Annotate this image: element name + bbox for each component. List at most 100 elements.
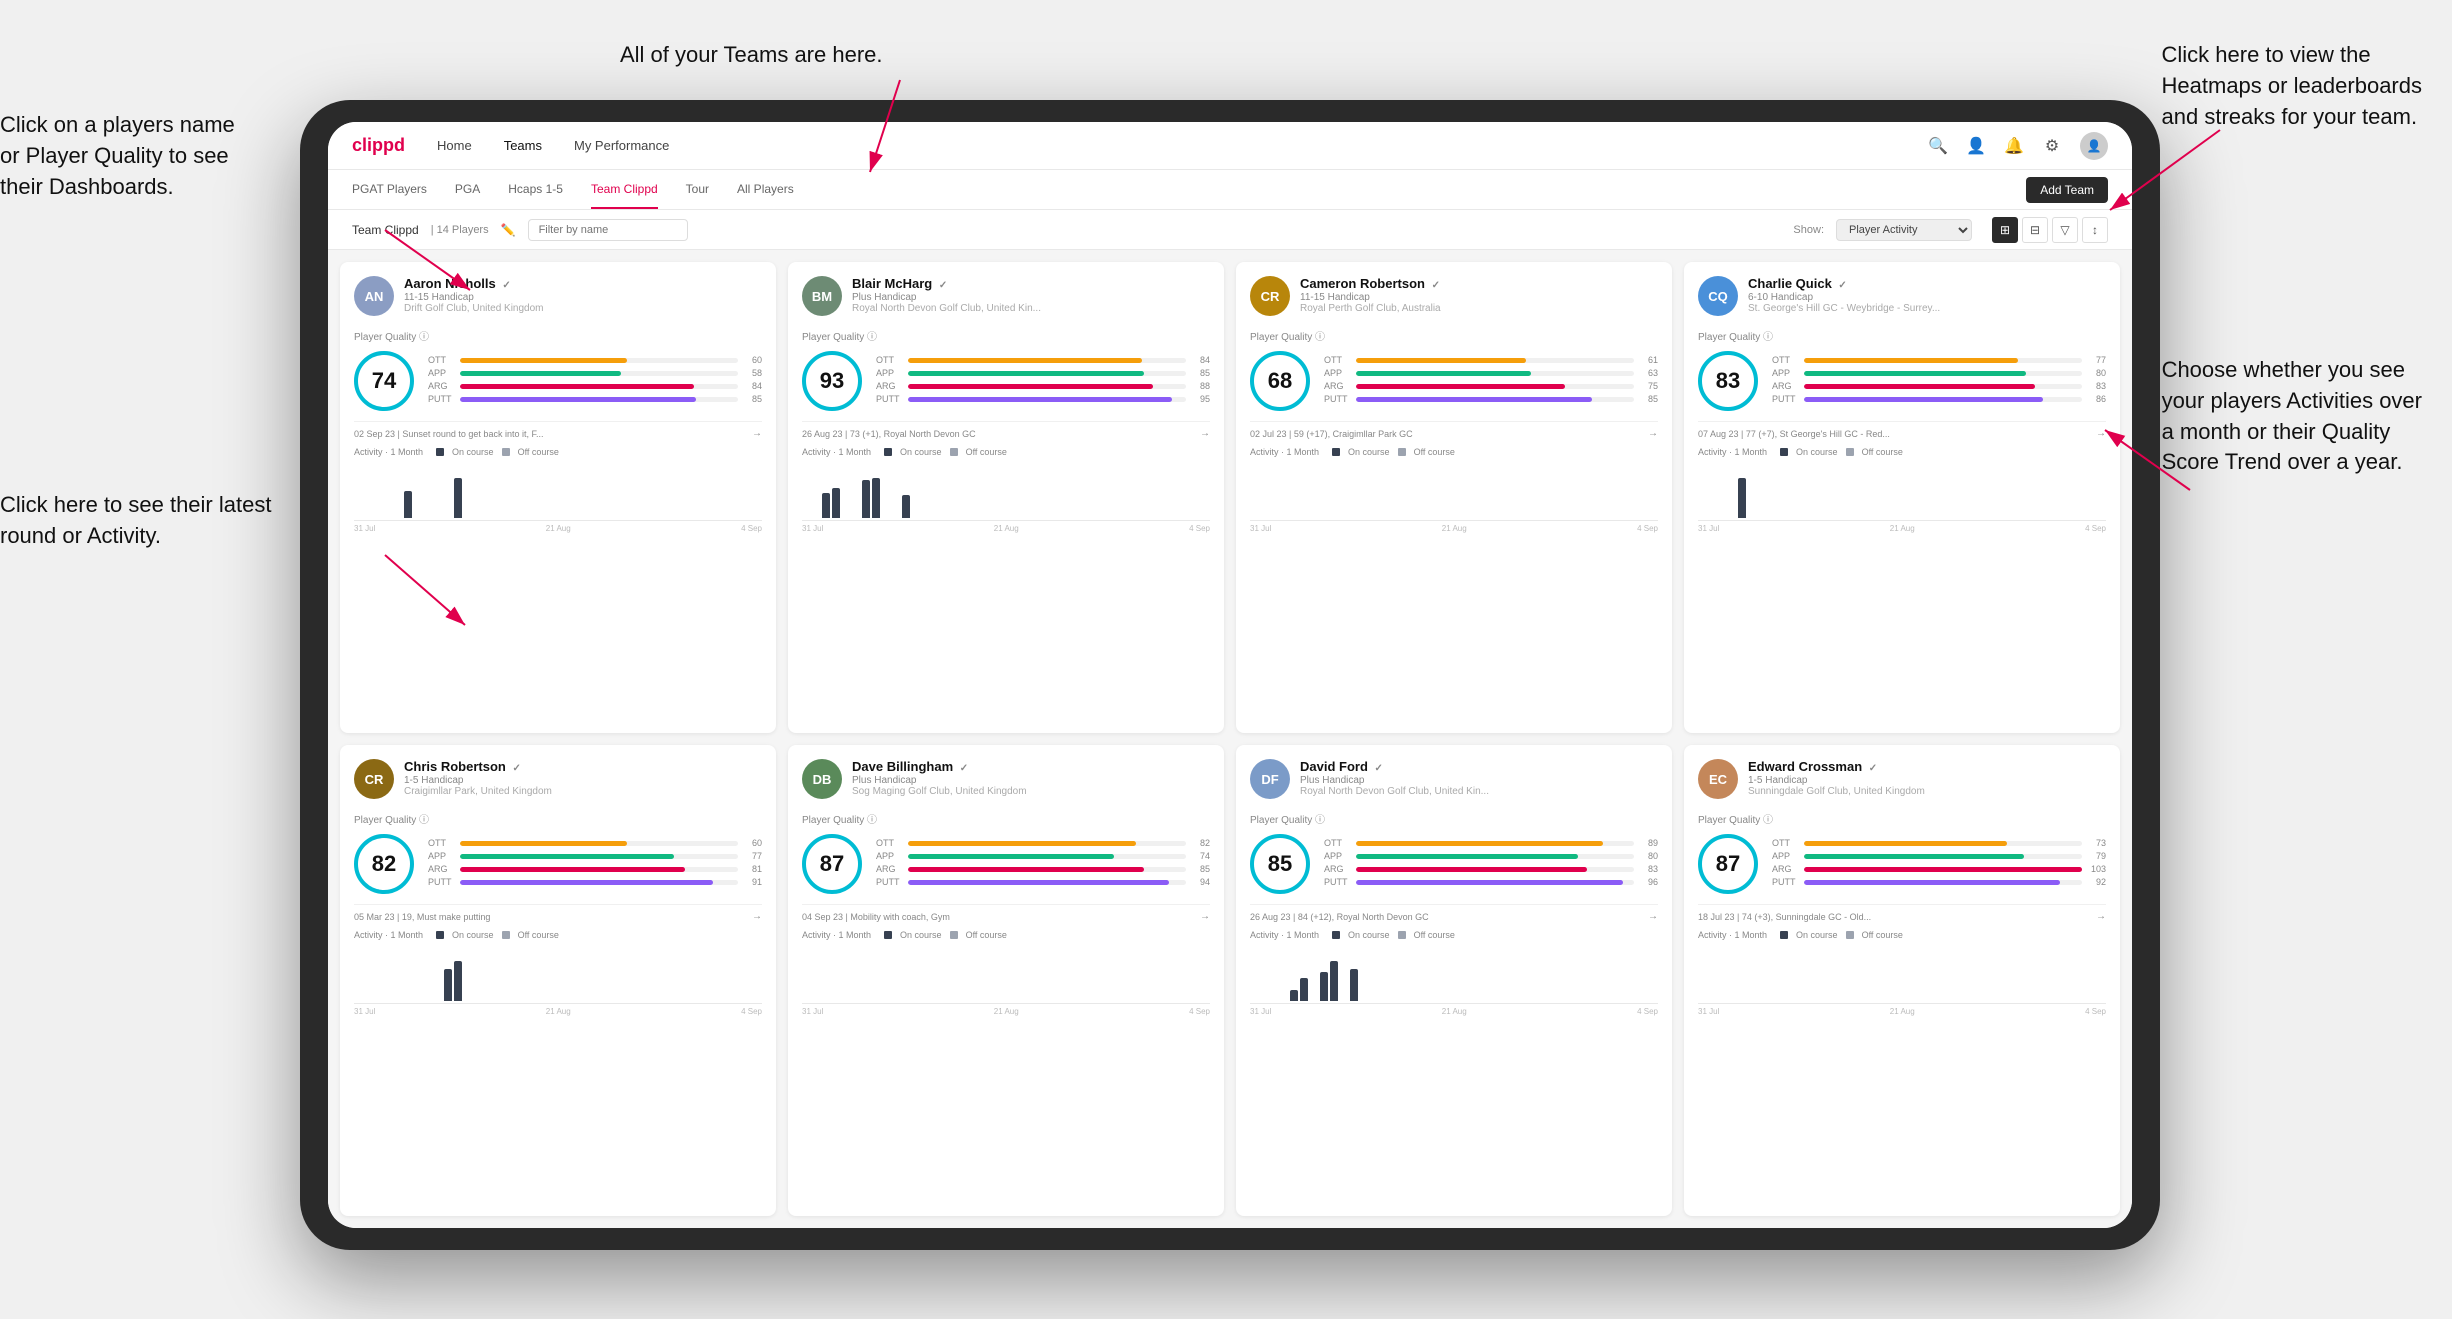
bar-fill: [1804, 867, 2082, 872]
player-name[interactable]: Blair McHarg ✓: [852, 276, 1210, 291]
filter-input[interactable]: [528, 219, 688, 241]
quality-content[interactable]: 83 OTT 77 APP: [1698, 351, 2106, 411]
latest-round[interactable]: 02 Jul 23 | 59 (+17), Craigimllar Park G…: [1250, 421, 1658, 439]
grid-small-view-button[interactable]: ⊟: [2022, 217, 2048, 243]
latest-round[interactable]: 05 Mar 23 | 19, Must make putting →: [354, 904, 762, 922]
bar-row: PUTT 86: [1772, 394, 2106, 404]
chart-labels: 31 Jul 21 Aug 4 Sep: [354, 524, 762, 533]
latest-round[interactable]: 18 Jul 23 | 74 (+3), Sunningdale GC - Ol…: [1698, 904, 2106, 922]
player-card[interactable]: DB Dave Billingham ✓ Plus Handicap Sog M…: [788, 745, 1224, 1216]
sort-button[interactable]: ↕: [2082, 217, 2108, 243]
search-icon[interactable]: 🔍: [1928, 136, 1948, 156]
sub-tabs: PGAT Players PGA Hcaps 1-5 Team Clippd T…: [328, 170, 2132, 210]
quality-content[interactable]: 87 OTT 82 APP: [802, 834, 1210, 894]
player-avatar: EC: [1698, 759, 1738, 799]
player-info: Chris Robertson ✓ 1-5 Handicap Craigimll…: [404, 759, 762, 797]
player-card[interactable]: CR Cameron Robertson ✓ 11-15 Handicap Ro…: [1236, 262, 1672, 733]
quality-score[interactable]: 87: [802, 834, 862, 894]
grid-large-view-button[interactable]: ⊞: [1992, 217, 2018, 243]
player-card[interactable]: EC Edward Crossman ✓ 1-5 Handicap Sunnin…: [1684, 745, 2120, 1216]
quality-score[interactable]: 93: [802, 351, 862, 411]
player-header: EC Edward Crossman ✓ 1-5 Handicap Sunnin…: [1698, 759, 2106, 799]
nav-item-performance[interactable]: My Performance: [574, 138, 669, 153]
chart-date-3: 4 Sep: [1637, 1007, 1658, 1016]
player-avatar: CQ: [1698, 276, 1738, 316]
add-team-button[interactable]: Add Team: [2026, 177, 2108, 203]
edit-icon[interactable]: ✏️: [501, 223, 516, 237]
player-name[interactable]: Aaron Nicholls ✓: [404, 276, 762, 291]
tab-team-clippd[interactable]: Team Clippd: [591, 170, 658, 209]
player-card[interactable]: CQ Charlie Quick ✓ 6-10 Handicap St. Geo…: [1684, 262, 2120, 733]
player-name[interactable]: David Ford ✓: [1300, 759, 1658, 774]
bar-track: [1356, 841, 1634, 846]
latest-round[interactable]: 04 Sep 23 | Mobility with coach, Gym →: [802, 904, 1210, 922]
player-card[interactable]: DF David Ford ✓ Plus Handicap Royal Nort…: [1236, 745, 1672, 1216]
settings-icon[interactable]: ⚙: [2042, 136, 2062, 156]
bar-track: [1804, 880, 2082, 885]
quality-content[interactable]: 74 OTT 60 APP: [354, 351, 762, 411]
bar-label: OTT: [428, 838, 456, 848]
tab-tour[interactable]: Tour: [686, 170, 709, 209]
bar-value: 94: [1190, 877, 1210, 887]
bar-row: PUTT 85: [1324, 394, 1658, 404]
quality-score[interactable]: 83: [1698, 351, 1758, 411]
person-icon[interactable]: 👤: [1966, 136, 1986, 156]
tab-hcaps[interactable]: Hcaps 1-5: [508, 170, 563, 209]
player-name[interactable]: Cameron Robertson ✓: [1300, 276, 1658, 291]
bar-track: [460, 371, 738, 376]
chart-date-1: 31 Jul: [1250, 1007, 1271, 1016]
quality-score[interactable]: 87: [1698, 834, 1758, 894]
annotation-teams: All of your Teams are here.: [620, 40, 883, 71]
quality-content[interactable]: 93 OTT 84 APP: [802, 351, 1210, 411]
player-card[interactable]: AN Aaron Nicholls ✓ 11-15 Handicap Drift…: [340, 262, 776, 733]
player-name[interactable]: Edward Crossman ✓: [1748, 759, 2106, 774]
bar-value: 84: [742, 381, 762, 391]
bar-fill: [460, 880, 713, 885]
avatar[interactable]: 👤: [2080, 132, 2108, 160]
bar-row: APP 63: [1324, 368, 1658, 378]
tab-pgat-players[interactable]: PGAT Players: [352, 170, 427, 209]
player-card[interactable]: BM Blair McHarg ✓ Plus Handicap Royal No…: [788, 262, 1224, 733]
bar-fill: [460, 358, 627, 363]
player-header: CQ Charlie Quick ✓ 6-10 Handicap St. Geo…: [1698, 276, 2106, 316]
filter-button[interactable]: ▽: [2052, 217, 2078, 243]
off-course-label: Off course: [966, 930, 1007, 940]
tab-pga[interactable]: PGA: [455, 170, 480, 209]
bell-icon[interactable]: 🔔: [2004, 136, 2024, 156]
quality-content[interactable]: 82 OTT 60 APP: [354, 834, 762, 894]
quality-score[interactable]: 85: [1250, 834, 1310, 894]
bar-track: [908, 384, 1186, 389]
player-name[interactable]: Dave Billingham ✓: [852, 759, 1210, 774]
quality-score[interactable]: 82: [354, 834, 414, 894]
arrow-right-icon: →: [752, 911, 762, 922]
quality-content[interactable]: 87 OTT 73 APP: [1698, 834, 2106, 894]
bar-fill: [1804, 854, 2024, 859]
player-name[interactable]: Charlie Quick ✓: [1748, 276, 2106, 291]
quality-content[interactable]: 85 OTT 89 APP: [1250, 834, 1658, 894]
nav-item-home[interactable]: Home: [437, 138, 472, 153]
bar-value: 88: [1190, 381, 1210, 391]
player-name[interactable]: Chris Robertson ✓: [404, 759, 762, 774]
bar-value: 60: [742, 355, 762, 365]
quality-score[interactable]: 68: [1250, 351, 1310, 411]
tab-all-players[interactable]: All Players: [737, 170, 794, 209]
quality-bars: OTT 61 APP 63: [1324, 355, 1658, 407]
activity-chart: [1250, 944, 1658, 1004]
latest-round[interactable]: 26 Aug 23 | 73 (+1), Royal North Devon G…: [802, 421, 1210, 439]
latest-round[interactable]: 26 Aug 23 | 84 (+12), Royal North Devon …: [1250, 904, 1658, 922]
latest-round[interactable]: 07 Aug 23 | 77 (+7), St George's Hill GC…: [1698, 421, 2106, 439]
latest-round[interactable]: 02 Sep 23 | Sunset round to get back int…: [354, 421, 762, 439]
show-select[interactable]: Player Activity Quality Score Trend: [1836, 219, 1972, 241]
chart-labels: 31 Jul 21 Aug 4 Sep: [354, 1007, 762, 1016]
bar-row: ARG 103: [1772, 864, 2106, 874]
player-card[interactable]: CR Chris Robertson ✓ 1-5 Handicap Craigi…: [340, 745, 776, 1216]
quality-score[interactable]: 74: [354, 351, 414, 411]
nav-item-teams[interactable]: Teams: [504, 138, 542, 153]
bar-track: [1804, 397, 2082, 402]
player-avatar: CR: [1250, 276, 1290, 316]
quality-content[interactable]: 68 OTT 61 APP: [1250, 351, 1658, 411]
latest-round-text: 18 Jul 23 | 74 (+3), Sunningdale GC - Ol…: [1698, 912, 2096, 922]
quality-bars: OTT 60 APP 58: [428, 355, 762, 407]
player-handicap: Plus Handicap: [1300, 775, 1658, 786]
bar-fill: [460, 384, 694, 389]
